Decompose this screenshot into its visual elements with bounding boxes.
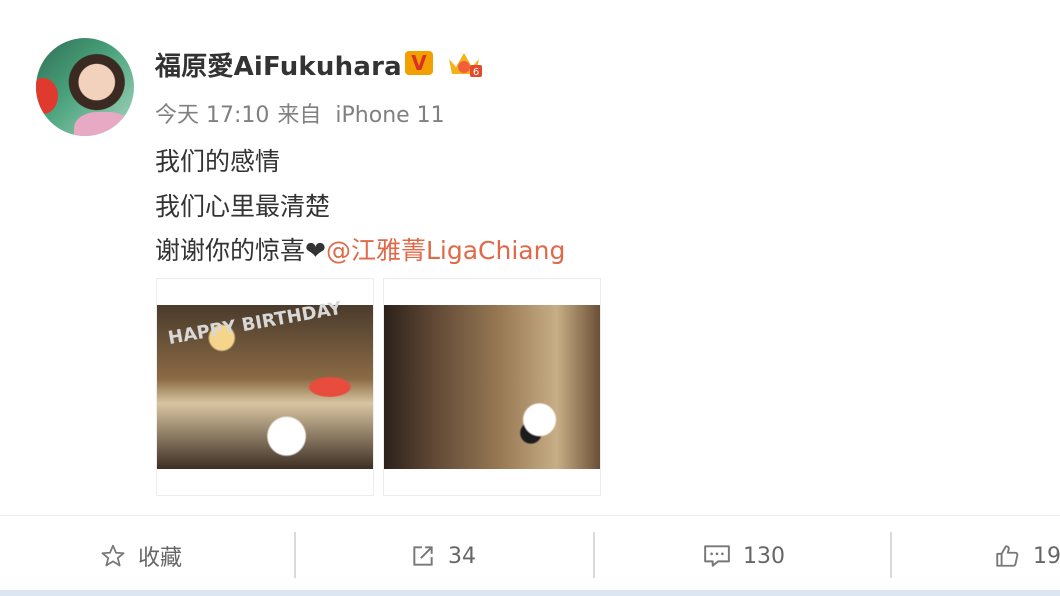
bottom-border xyxy=(0,590,1060,596)
comment-count: 130 xyxy=(743,543,785,569)
device-source[interactable]: iPhone 11 xyxy=(335,103,444,128)
repost-button[interactable]: 34 xyxy=(410,538,476,574)
divider xyxy=(593,532,595,578)
repost-icon xyxy=(413,546,433,566)
mention-link[interactable]: @江雅菁LigaChiang xyxy=(326,236,565,265)
avatar-shirt xyxy=(74,112,132,136)
svg-text:6: 6 xyxy=(473,67,479,78)
member-crown-icon[interactable]: 6 xyxy=(446,47,482,79)
photo-image: HAPPY BIRTHDAY xyxy=(157,298,373,469)
photo-banner: HAPPY BIRTHDAY xyxy=(166,297,344,350)
star-icon xyxy=(101,544,125,567)
post-time[interactable]: 今天 17:10 xyxy=(155,103,269,128)
photo-image xyxy=(384,305,600,469)
source-prefix: 来自 xyxy=(277,103,322,128)
post-photo-2[interactable] xyxy=(383,278,601,496)
heart-icon: ❤ xyxy=(305,236,326,265)
comment-icon xyxy=(704,545,730,567)
favorite-button[interactable]: 收藏 xyxy=(100,538,182,574)
post-text-line-2: 我们心里最清楚 xyxy=(155,192,331,221)
post-meta: 今天 17:10 来自 iPhone 11 xyxy=(155,97,453,129)
username[interactable]: 福原愛AiFukuhara xyxy=(155,46,402,83)
divider xyxy=(890,532,892,578)
favorite-label: 收藏 xyxy=(138,546,183,571)
like-icon xyxy=(996,545,1019,567)
verified-v-icon: V xyxy=(405,51,433,75)
post-text-line-3: 谢谢你的惊喜❤@江雅菁LigaChiang xyxy=(155,231,565,267)
post-text-line-1: 我们的感情 xyxy=(155,147,281,176)
comment-button[interactable]: 130 xyxy=(703,538,785,574)
like-button[interactable]: 19 xyxy=(993,538,1060,574)
avatar[interactable] xyxy=(36,38,134,136)
post-text-line-3-text: 谢谢你的惊喜 xyxy=(155,236,306,265)
post-photo-1[interactable]: HAPPY BIRTHDAY xyxy=(156,278,374,496)
repost-count: 34 xyxy=(448,543,476,569)
like-count: 19 xyxy=(1033,543,1060,569)
divider xyxy=(0,515,1060,516)
divider xyxy=(294,532,296,578)
avatar-paddle xyxy=(36,78,58,114)
